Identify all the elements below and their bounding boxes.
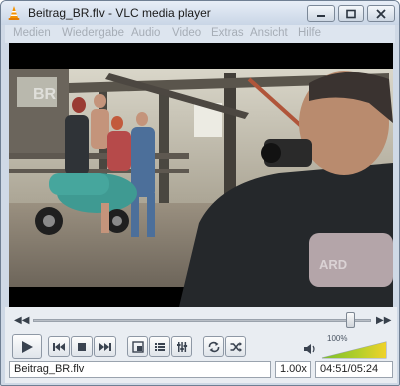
menu-wiedergabe[interactable]: Wiedergabe (62, 27, 124, 39)
stop-button[interactable] (71, 336, 93, 357)
fullscreen-button[interactable] (127, 336, 148, 357)
playback-speed[interactable]: 1.00x (275, 361, 311, 378)
next-button[interactable] (94, 336, 116, 357)
ard-watermark: ARD (319, 257, 347, 272)
menu-bar: Medien Wiedergabe Audio Video Extras Ans… (5, 25, 395, 43)
play-button[interactable] (12, 334, 42, 359)
minimize-icon (317, 14, 325, 17)
close-icon (376, 8, 386, 19)
menu-extras[interactable]: Extras (211, 27, 244, 39)
status-bar: Beitrag_BR.flv 1.00x 04:51/05:24 (5, 359, 397, 381)
channel-logo: BR (33, 86, 57, 103)
skip-previous-icon (53, 342, 65, 351)
playlist-icon (154, 342, 165, 351)
play-icon (22, 340, 33, 353)
window-title: Beitrag_BR.flv - VLC media player (28, 6, 211, 20)
video-frame: BR ARD (9, 43, 393, 307)
status-filename: Beitrag_BR.flv (9, 361, 271, 378)
shuffle-icon (230, 341, 242, 352)
playlist-button[interactable] (149, 336, 170, 357)
seek-forward-arrow-icon[interactable]: ▶▶ (376, 315, 391, 326)
title-bar[interactable]: Beitrag_BR.flv - VLC media player (1, 1, 399, 25)
video-display[interactable]: BR ARD (9, 43, 393, 307)
shuffle-button[interactable] (225, 336, 246, 357)
maximize-icon (346, 9, 356, 18)
maximize-button[interactable] (338, 5, 364, 22)
menu-audio[interactable]: Audio (131, 27, 160, 39)
menu-ansicht[interactable]: Ansicht (250, 27, 288, 39)
minimize-button[interactable] (307, 5, 335, 22)
time-display[interactable]: 04:51/05:24 (315, 361, 393, 378)
close-button[interactable] (367, 5, 395, 22)
menu-medien[interactable]: Medien (13, 27, 51, 39)
extended-settings-button[interactable] (171, 336, 192, 357)
volume-slider[interactable] (321, 340, 387, 360)
volume-control[interactable]: 100% (301, 334, 393, 360)
seek-bar[interactable] (33, 319, 371, 322)
menu-video[interactable]: Video (172, 27, 201, 39)
previous-button[interactable] (48, 336, 70, 357)
menu-hilfe[interactable]: Hilfe (298, 27, 321, 39)
skip-next-icon (99, 342, 111, 351)
equalizer-sliders-icon (176, 341, 187, 352)
vlc-cone-icon (8, 6, 20, 20)
stop-icon (78, 342, 86, 351)
vlc-window: Beitrag_BR.flv - VLC media player Medien… (0, 0, 400, 386)
seek-handle[interactable] (346, 312, 356, 328)
seek-back-arrow-icon[interactable]: ◀◀ (14, 315, 29, 326)
loop-icon (208, 341, 219, 352)
loop-button[interactable] (203, 336, 224, 357)
speaker-icon[interactable] (303, 342, 317, 356)
fullscreen-icon (131, 340, 144, 353)
